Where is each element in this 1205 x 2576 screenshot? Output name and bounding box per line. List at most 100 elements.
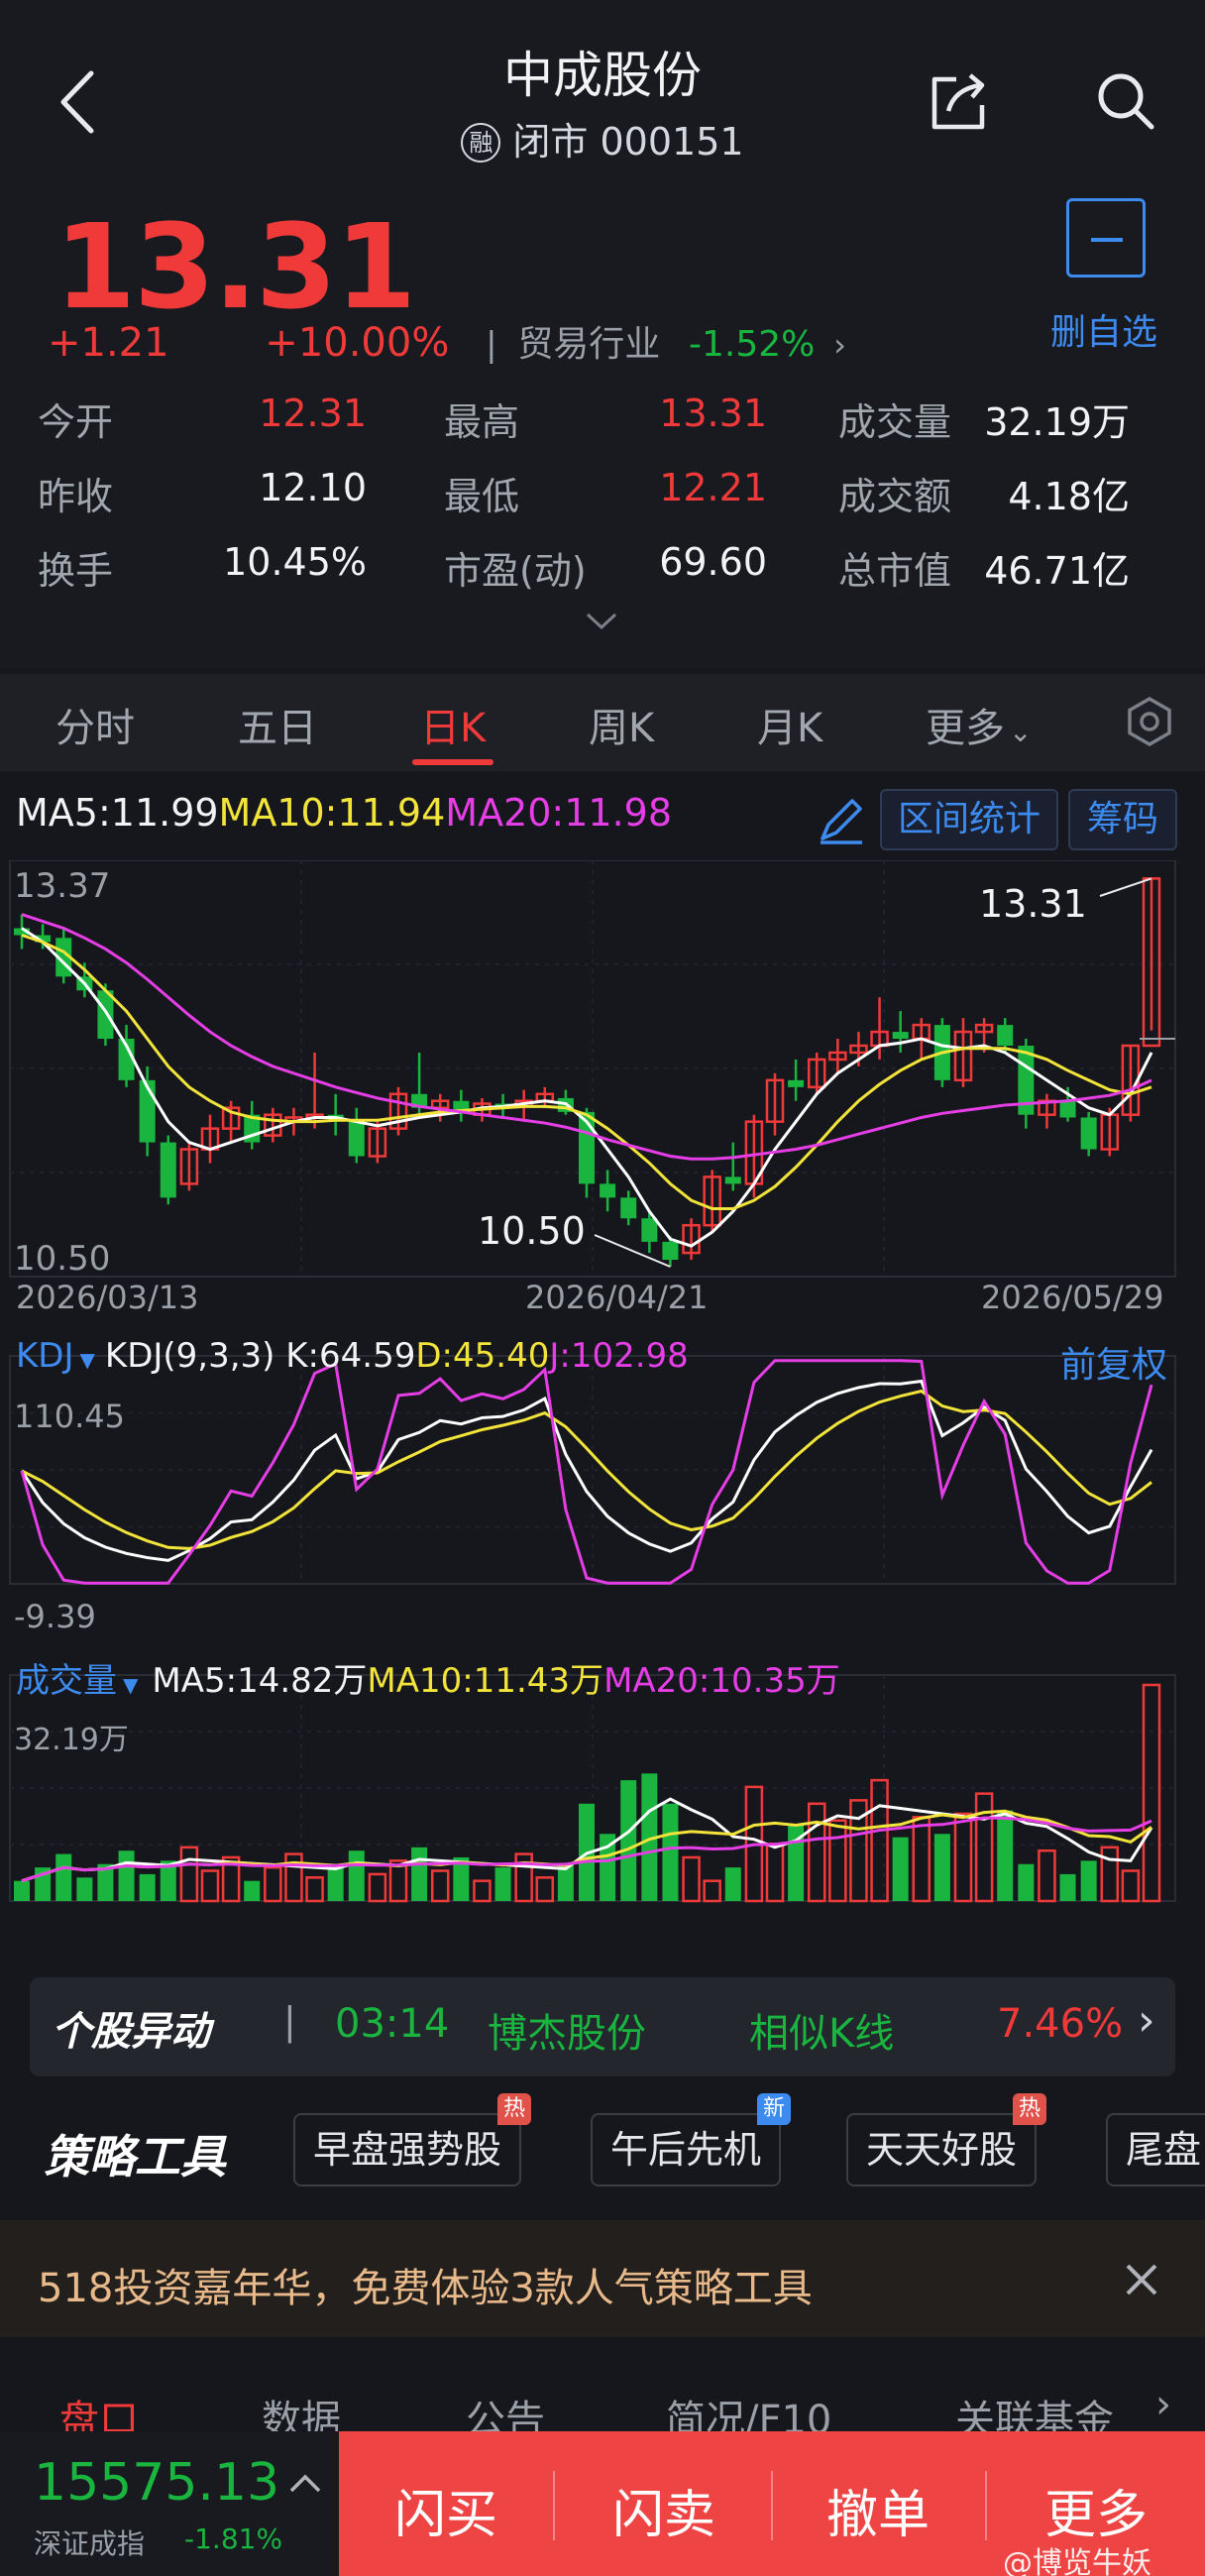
volume-bar — [765, 1843, 785, 1903]
share-icon[interactable] — [927, 69, 990, 133]
cancel-order-button[interactable]: 撤单 — [826, 2473, 930, 2547]
caret-down-icon[interactable]: ▼ — [80, 1348, 95, 1372]
chip-label: 早盘强势股 — [313, 2128, 502, 2172]
tab-weekly-k[interactable]: 周K — [589, 696, 654, 753]
candle-body — [160, 1142, 176, 1198]
promo-banner[interactable]: 518投资嘉年华，免费体验3款人气策略工具 — [0, 2220, 1205, 2337]
volume-bar — [305, 1876, 324, 1903]
stock-alert-bar[interactable]: 个股异动 | 03:14 博杰股份 相似K线 7.46% › — [30, 1977, 1175, 2076]
strategy-chip-daily-good[interactable]: 天天好股热 — [846, 2093, 1047, 2186]
hot-tag: 热 — [497, 2093, 532, 2125]
ma20-legend: MA20:11.98 — [445, 791, 673, 835]
date-label-start: 2026/03/13 — [16, 1279, 199, 1316]
search-icon[interactable] — [1094, 69, 1157, 133]
index-value[interactable]: 15575.13 — [34, 2453, 279, 2513]
kdj-j-line — [20, 1359, 1153, 1585]
volume-bar — [200, 1869, 220, 1903]
volume-bar — [139, 1873, 156, 1901]
separator — [771, 2471, 773, 2540]
flash-buy-button[interactable]: 闪买 — [394, 2473, 497, 2547]
margin-trading-badge: 融 — [461, 123, 501, 163]
volume-bar — [55, 1853, 72, 1901]
chevron-right-icon[interactable]: › — [833, 326, 846, 364]
chip-distribution-button[interactable]: 筹码 — [1068, 789, 1177, 850]
volume-bar — [348, 1850, 365, 1901]
chart-period-tabs: 分时 五日 日K 周K 月K 更多 ⌄ — [0, 674, 1205, 771]
volume-bar — [179, 1846, 199, 1903]
volume-bar — [620, 1780, 637, 1901]
industry-change-pct[interactable]: -1.52% — [689, 324, 815, 365]
chevron-right-icon: › — [1138, 1995, 1155, 2046]
quote-value: 32.19万 — [984, 400, 1130, 444]
quote-value: 69.60 — [659, 540, 767, 584]
range-stats-button[interactable]: 区间统计 — [880, 789, 1058, 850]
ma5-legend: MA5:11.99 — [16, 791, 219, 835]
volume-bar — [14, 1880, 30, 1901]
kdj-d-value: D:45.40 — [415, 1336, 550, 1376]
price-change: +1.21 — [48, 320, 169, 366]
active-tab-indicator — [412, 759, 493, 765]
caret-down-icon[interactable]: ▼ — [123, 1673, 138, 1697]
volume-bar — [1142, 1683, 1161, 1903]
candle-body — [724, 1176, 741, 1184]
volume-bar — [892, 1837, 909, 1901]
candle-body — [662, 1241, 679, 1261]
tab-more[interactable]: 更多 ⌄ — [926, 696, 1032, 753]
volume-indicator-name[interactable]: 成交量 — [16, 1661, 117, 1701]
industry-name[interactable]: 贸易行业 — [517, 324, 660, 365]
tab-daily-k[interactable]: 日K — [420, 696, 486, 753]
candle-body — [600, 1183, 616, 1198]
date-label-mid: 2026/04/21 — [525, 1279, 709, 1316]
chart-settings-icon[interactable] — [1124, 696, 1175, 747]
alert-time: 03:14 — [335, 2001, 450, 2047]
quote-value: 10.45% — [223, 540, 367, 584]
volume-bar — [807, 1802, 826, 1903]
close-icon[interactable] — [1124, 2262, 1159, 2297]
tab-five-day[interactable]: 五日 — [238, 696, 317, 753]
alert-type: 相似K线 — [749, 2011, 895, 2057]
volume-bar — [514, 1852, 533, 1903]
alert-pct: 7.46% — [997, 2001, 1124, 2047]
quote-value: 13.31 — [659, 392, 767, 435]
volume-bar — [870, 1778, 889, 1903]
tab-intraday[interactable]: 分时 — [55, 696, 135, 753]
adjust-mode-button[interactable]: 前复权 — [1060, 1336, 1167, 1388]
stock-name-title: 中成股份 — [503, 47, 702, 104]
quote-label: 今开 — [38, 400, 114, 444]
expand-chevron-icon[interactable] — [585, 611, 618, 632]
strategy-tools-row: 策略工具 早盘强势股热 午后先机新 天天好股热 尾盘 — [0, 2093, 1205, 2200]
quote-row: 今开 12.31 最高 13.31 成交量 32.19万 — [38, 392, 1177, 466]
volume-bar — [1121, 1869, 1141, 1903]
kline-high-label: 13.31 — [979, 882, 1087, 926]
kdj-params: KDJ(9,3,3) — [104, 1336, 275, 1376]
tab-monthly-k[interactable]: 月K — [757, 696, 822, 753]
kline-chart-svg[interactable] — [0, 860, 1205, 1956]
strategy-chip-afternoon[interactable]: 午后先机新 — [591, 2093, 792, 2186]
chevron-up-icon[interactable] — [287, 2471, 323, 2495]
volume-bar — [997, 1810, 1014, 1901]
more-actions-button[interactable]: 更多 — [1044, 2473, 1148, 2547]
draw-pen-icon[interactable] — [815, 795, 866, 846]
quote-value: 4.18亿 — [1008, 475, 1130, 518]
candle-body — [348, 1121, 365, 1157]
flash-sell-button[interactable]: 闪卖 — [612, 2473, 715, 2547]
chip-label: 午后先机 — [610, 2128, 762, 2172]
quote-label: 换手 — [38, 549, 114, 593]
quote-row: 换手 10.45% 市盈(动) 69.60 总市值 46.71亿 — [38, 540, 1177, 615]
strategy-chip-morning-strong[interactable]: 早盘强势股热 — [293, 2093, 532, 2186]
volume-bar — [284, 1852, 303, 1903]
volume-bar — [1038, 1848, 1056, 1903]
alert-stock: 博杰股份 — [488, 2011, 646, 2057]
candle-body — [1080, 1117, 1097, 1150]
remove-favorite-label[interactable]: 删自选 — [1050, 303, 1157, 355]
strategy-chip-closing[interactable]: 尾盘 — [1106, 2113, 1205, 2186]
candle-body — [1059, 1100, 1076, 1118]
alert-logo-text: 个股异动 — [52, 2009, 210, 2055]
remove-favorite-icon[interactable] — [1066, 198, 1146, 278]
watermark: @博览牛妖 — [1003, 2546, 1151, 2576]
chevron-right-icon[interactable]: › — [1155, 2382, 1171, 2427]
volume-bar — [703, 1879, 721, 1903]
volume-bar — [1018, 1863, 1035, 1901]
kdj-indicator-name[interactable]: KDJ — [16, 1336, 74, 1376]
index-name: 深证成指 — [34, 2527, 146, 2560]
